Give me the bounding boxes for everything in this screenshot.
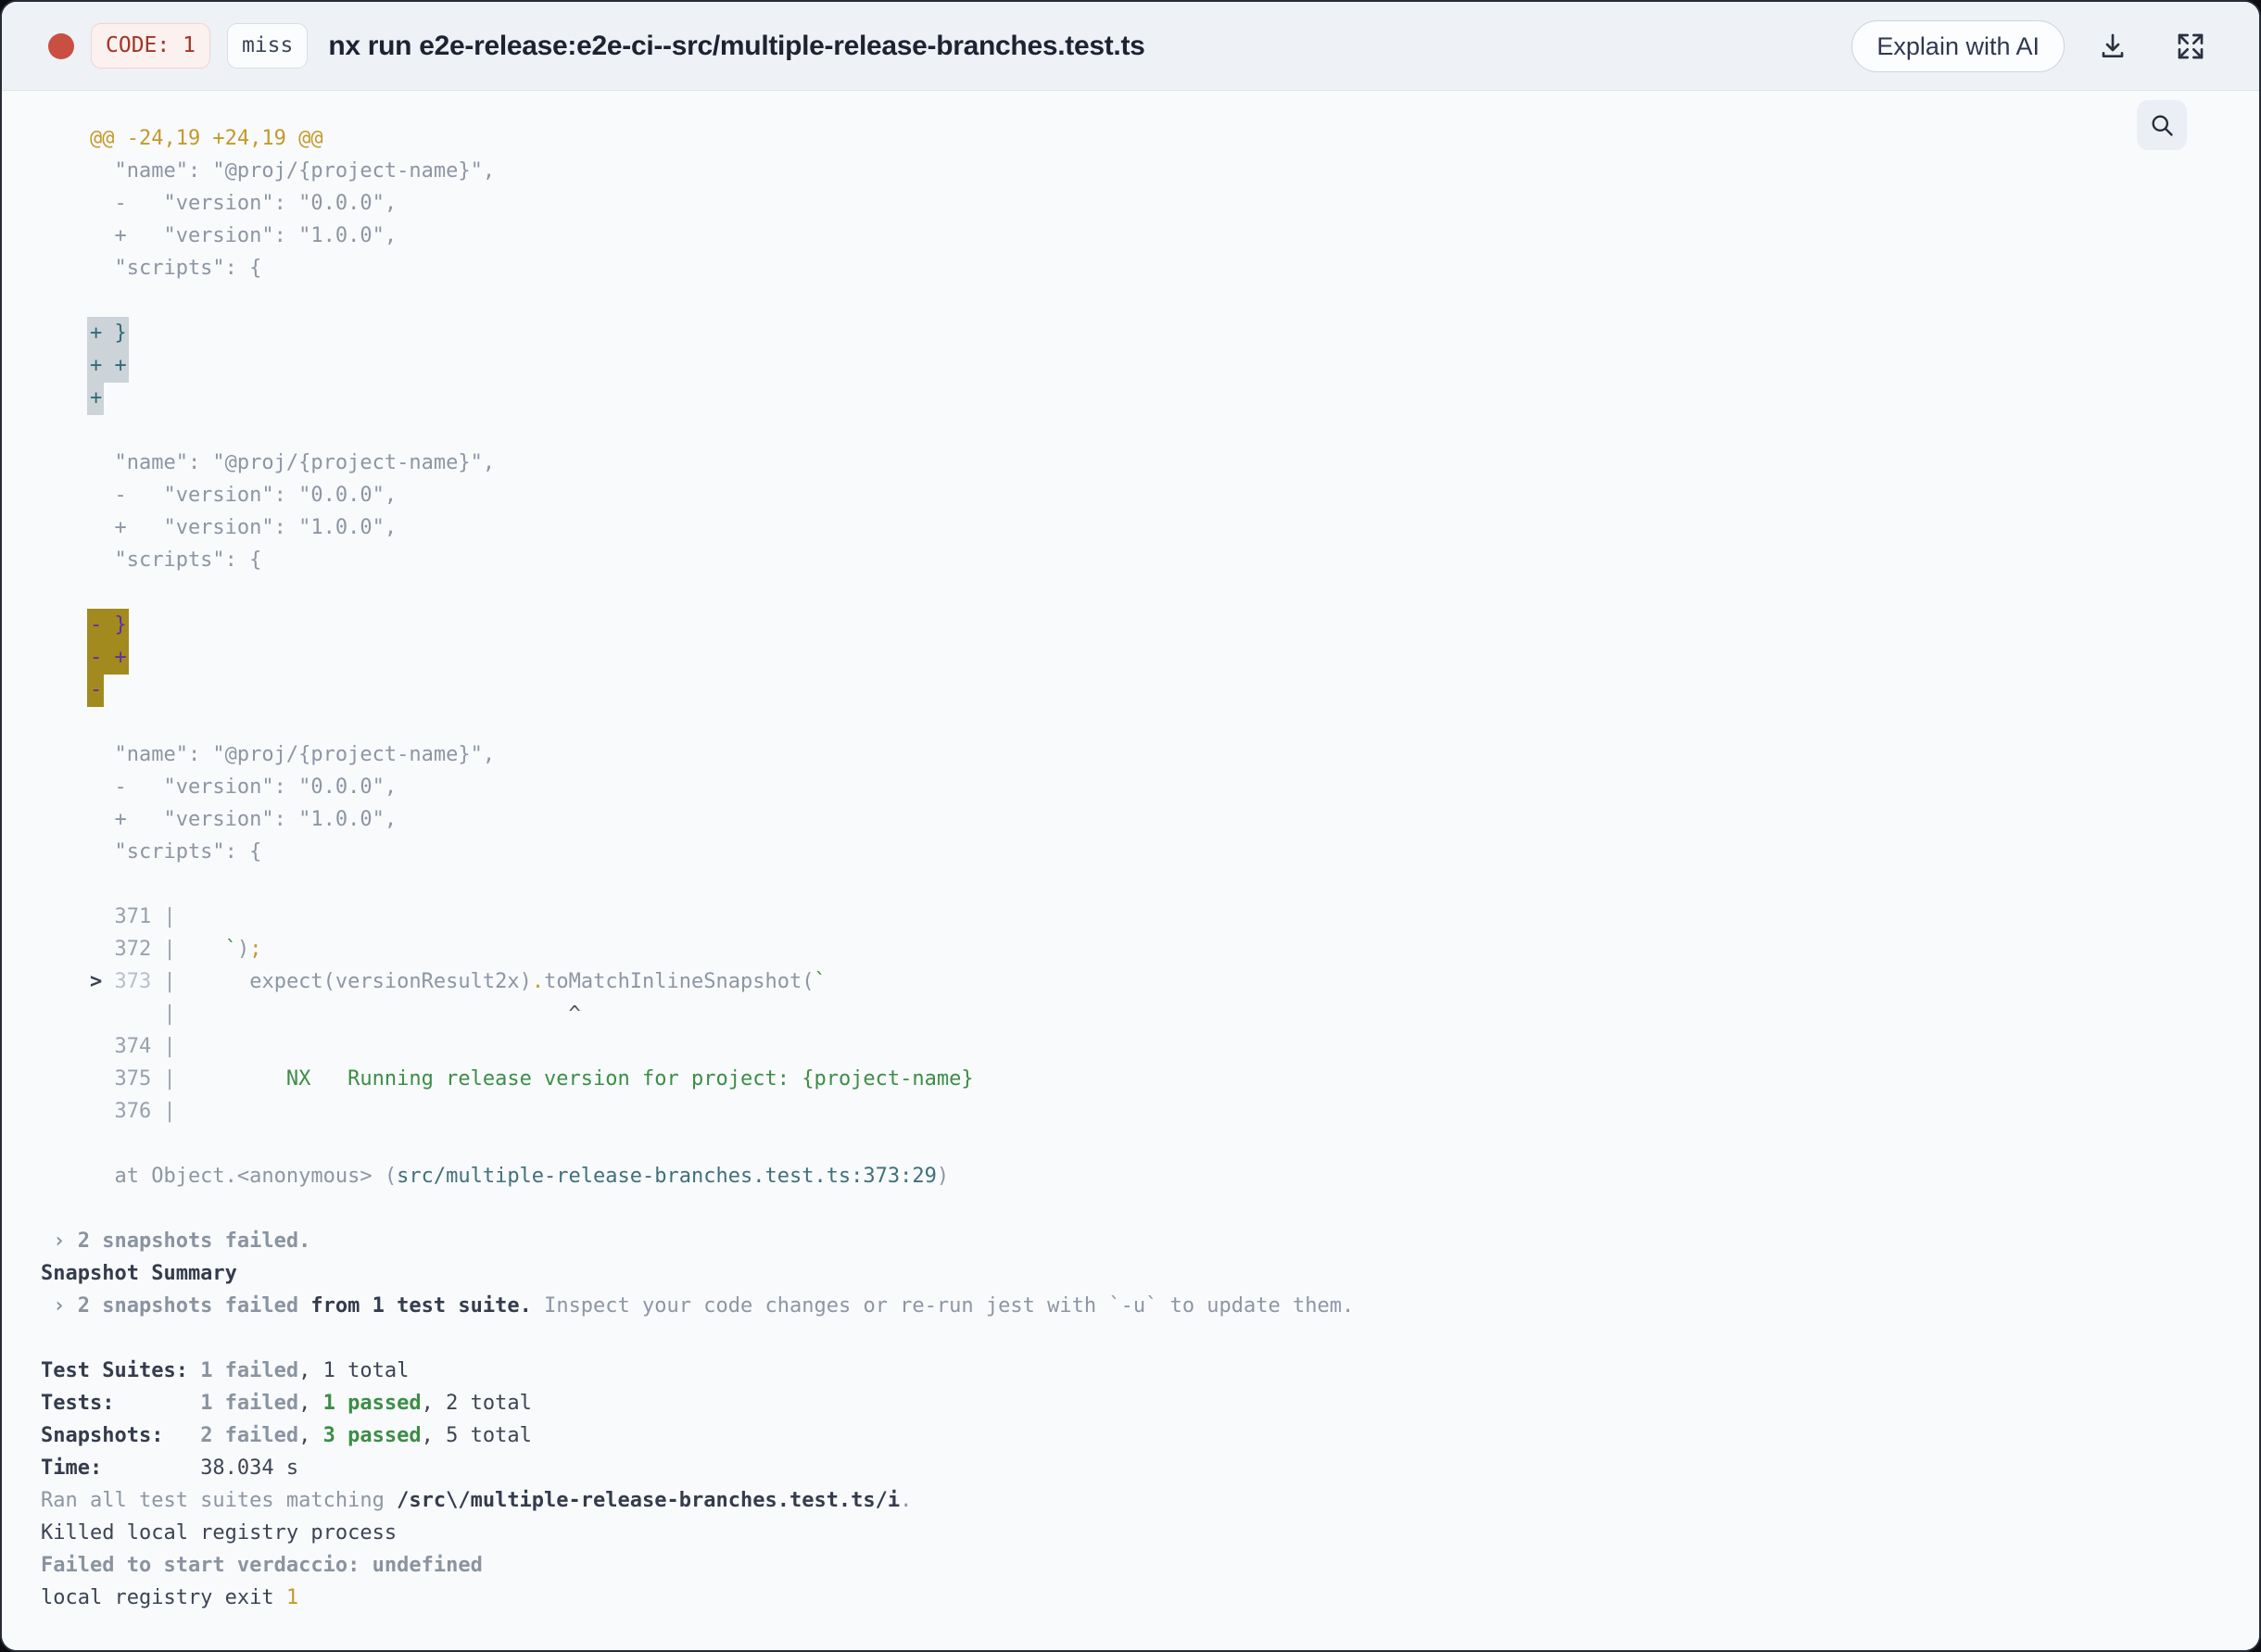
- terminal-line: + "version": "1.0.0",: [41, 516, 398, 539]
- terminal-line: "name": "@proj/{project-name}",: [41, 743, 496, 766]
- expand-icon: [2176, 32, 2205, 61]
- task-header: CODE: 1 miss nx run e2e-release:e2e-ci--…: [2, 2, 2259, 91]
- terminal-line: 376 |: [41, 1100, 176, 1123]
- terminal-line: "scripts": {: [41, 549, 262, 572]
- task-output-window: CODE: 1 miss nx run e2e-release:e2e-ci--…: [0, 0, 2261, 1652]
- terminal-line: Snapshot Summary: [41, 1262, 237, 1285]
- terminal-line: 371 |: [41, 905, 176, 928]
- terminal-line: - }: [41, 609, 2241, 642]
- terminal-line: | ^: [41, 1003, 581, 1026]
- task-title: nx run e2e-release:e2e-ci--src/multiple-…: [328, 30, 1145, 61]
- terminal-line: Failed to start verdaccio: undefined: [41, 1554, 483, 1577]
- cache-miss-badge: miss: [226, 23, 309, 69]
- terminal-output: @@ -24,19 +24,19 @@ "name": "@proj/{proj…: [2, 91, 2259, 1633]
- terminal-line: › 2 snapshots failed.: [41, 1230, 311, 1253]
- exit-code-badge: CODE: 1: [91, 23, 210, 69]
- terminal-line: 374 |: [41, 1035, 176, 1058]
- terminal-line: "scripts": {: [41, 257, 262, 280]
- terminal-line: + "version": "1.0.0",: [41, 808, 398, 831]
- terminal-line: - +: [41, 641, 2241, 675]
- terminal-line: > 373 | expect(versionResult2x).toMatchI…: [41, 970, 827, 993]
- terminal-line: Snapshots: 2 failed, 3 passed, 5 total: [41, 1424, 532, 1447]
- terminal-line: Killed local registry process: [41, 1521, 398, 1545]
- terminal-line: Tests: 1 failed, 1 passed, 2 total: [41, 1392, 532, 1415]
- terminal-line: Test Suites: 1 failed, 1 total: [41, 1359, 410, 1382]
- failed-status-dot: [48, 32, 74, 59]
- terminal-line: 372 | `);: [41, 938, 262, 961]
- terminal-line: - "version": "0.0.0",: [41, 192, 398, 215]
- terminal-line: -: [41, 674, 2241, 707]
- download-icon: [2098, 32, 2128, 61]
- terminal-line: local registry exit 1: [41, 1586, 299, 1609]
- terminal-line: + +: [41, 349, 2241, 383]
- fullscreen-button[interactable]: [2176, 32, 2205, 61]
- terminal-line: › 2 snapshots failed from 1 test suite. …: [41, 1294, 1355, 1318]
- terminal-line: - "version": "0.0.0",: [41, 484, 398, 507]
- terminal-line: at Object.<anonymous> (src/multiple-rele…: [41, 1165, 950, 1188]
- terminal-line: + "version": "1.0.0",: [41, 224, 398, 247]
- search-icon: [2149, 112, 2175, 138]
- terminal-line: Time: 38.034 s: [41, 1457, 299, 1480]
- terminal-line: +: [41, 382, 2241, 415]
- explain-with-ai-button[interactable]: Explain with AI: [1851, 19, 2065, 72]
- header-actions: Explain with AI: [1851, 19, 2205, 72]
- download-log-button[interactable]: [2098, 32, 2128, 61]
- terminal-line: "name": "@proj/{project-name}",: [41, 159, 496, 183]
- terminal-line: 375 | NX Running release version for pro…: [41, 1067, 974, 1091]
- terminal-line: Ran all test suites matching /src\/multi…: [41, 1489, 913, 1512]
- terminal-line: + }: [41, 317, 2241, 350]
- terminal-line: - "version": "0.0.0",: [41, 776, 398, 799]
- terminal-line: @@ -24,19 +24,19 @@: [41, 127, 323, 150]
- search-log-button[interactable]: [2137, 100, 2187, 150]
- log-content-area: @@ -24,19 +24,19 @@ "name": "@proj/{proj…: [2, 91, 2259, 1649]
- terminal-line: "name": "@proj/{project-name}",: [41, 451, 496, 474]
- terminal-line: "scripts": {: [41, 840, 262, 864]
